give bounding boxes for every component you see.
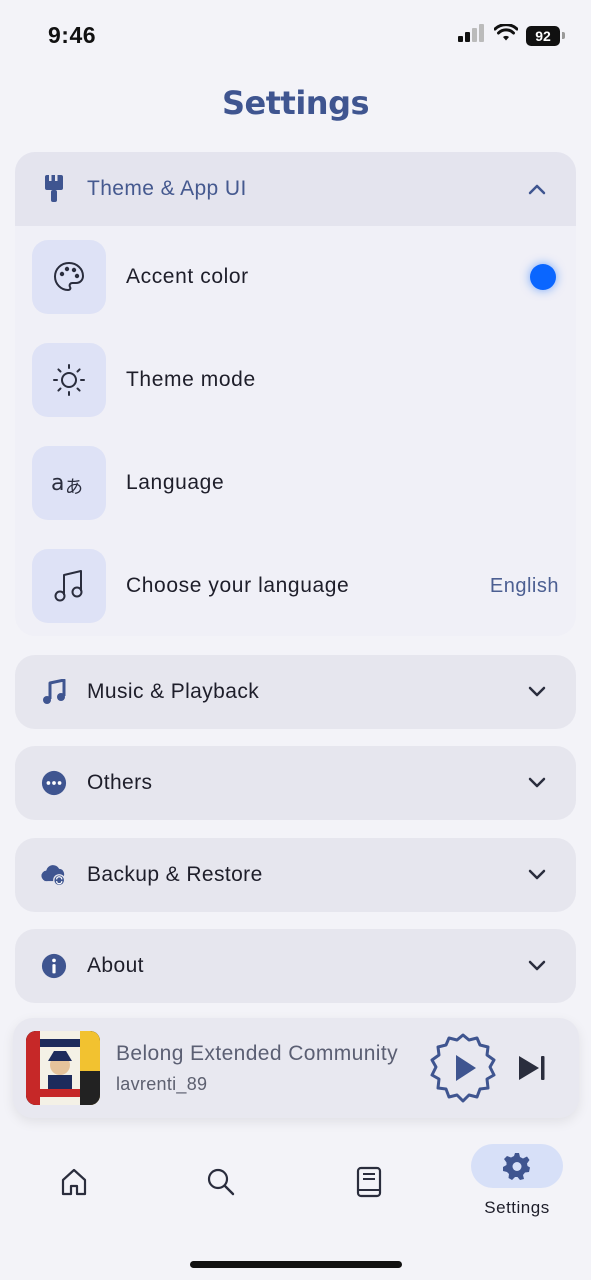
library-icon [323,1160,415,1204]
album-art[interactable] [26,1031,100,1105]
music-note-icon [41,679,67,705]
theme-mode-row[interactable]: Theme mode [32,343,559,417]
skip-next-icon[interactable] [512,1048,552,1088]
info-icon [41,953,67,979]
wifi-icon [493,23,519,47]
sun-icon [32,343,106,417]
mini-player[interactable]: Belong Extended Community lavrenti_89 [13,1018,579,1118]
music-note-icon [32,549,106,623]
others-section[interactable]: Others [15,746,576,820]
nav-search[interactable] [175,1160,267,1204]
backup-restore-section[interactable]: Backup & Restore [15,838,576,912]
svg-text:a: a [51,471,64,496]
theme-section-header[interactable]: Theme & App UI [15,152,576,226]
about-label: About [87,954,144,977]
page-title: Settings [221,84,370,122]
translate-icon: a あ [32,446,106,520]
chevron-up-icon[interactable] [524,176,550,202]
choose-language-label: Choose your language [126,574,350,597]
choose-language-value[interactable]: English [490,575,559,598]
choose-language-row[interactable]: Choose your language English [32,549,559,623]
palette-icon [32,240,106,314]
brush-icon [41,175,67,202]
settings-screen: 9:46 92 Settings Theme & App UI Accent c… [0,0,591,1280]
chevron-down-icon[interactable] [524,770,550,796]
more-icon [41,770,67,796]
chevron-down-icon[interactable] [524,953,550,979]
track-title: Belong Extended Community [116,1041,398,1065]
accent-color-swatch[interactable] [530,264,556,290]
battery-nub [562,32,565,39]
language-label: Language [126,471,225,494]
svg-text:あ: あ [65,477,83,498]
signal-icon [458,24,486,47]
battery-icon: 92 [526,25,560,46]
nav-settings[interactable]: Settings [471,1144,563,1218]
backup-restore-label: Backup & Restore [87,863,263,886]
status-time: 9:46 [48,22,97,48]
theme-section-label: Theme & App UI [87,177,247,200]
others-label: Others [87,771,153,794]
bottom-nav: Settings [0,1140,591,1230]
nav-library[interactable] [323,1160,415,1204]
search-icon [175,1160,267,1204]
chevron-down-icon[interactable] [524,679,550,705]
home-icon [28,1160,120,1204]
track-info[interactable]: Belong Extended Community lavrenti_89 [116,1042,426,1095]
about-section[interactable]: About [15,929,576,1003]
home-indicator [190,1261,402,1268]
status-indicators: 92 [458,23,565,47]
nav-home[interactable] [28,1160,120,1204]
nav-settings-label: Settings [484,1198,550,1217]
music-playback-label: Music & Playback [87,680,260,703]
theme-mode-label: Theme mode [126,368,256,391]
play-button[interactable] [426,1031,500,1105]
track-artist: lavrenti_89 [116,1073,208,1094]
gear-icon [471,1144,563,1188]
theme-section: Theme & App UI Accent color Theme mode a… [15,152,576,636]
music-playback-section[interactable]: Music & Playback [15,655,576,729]
accent-color-label: Accent color [126,265,249,288]
language-row[interactable]: a あ Language [32,446,559,520]
cloud-sync-icon [41,862,67,888]
chevron-down-icon[interactable] [524,862,550,888]
accent-color-row[interactable]: Accent color [32,240,559,314]
